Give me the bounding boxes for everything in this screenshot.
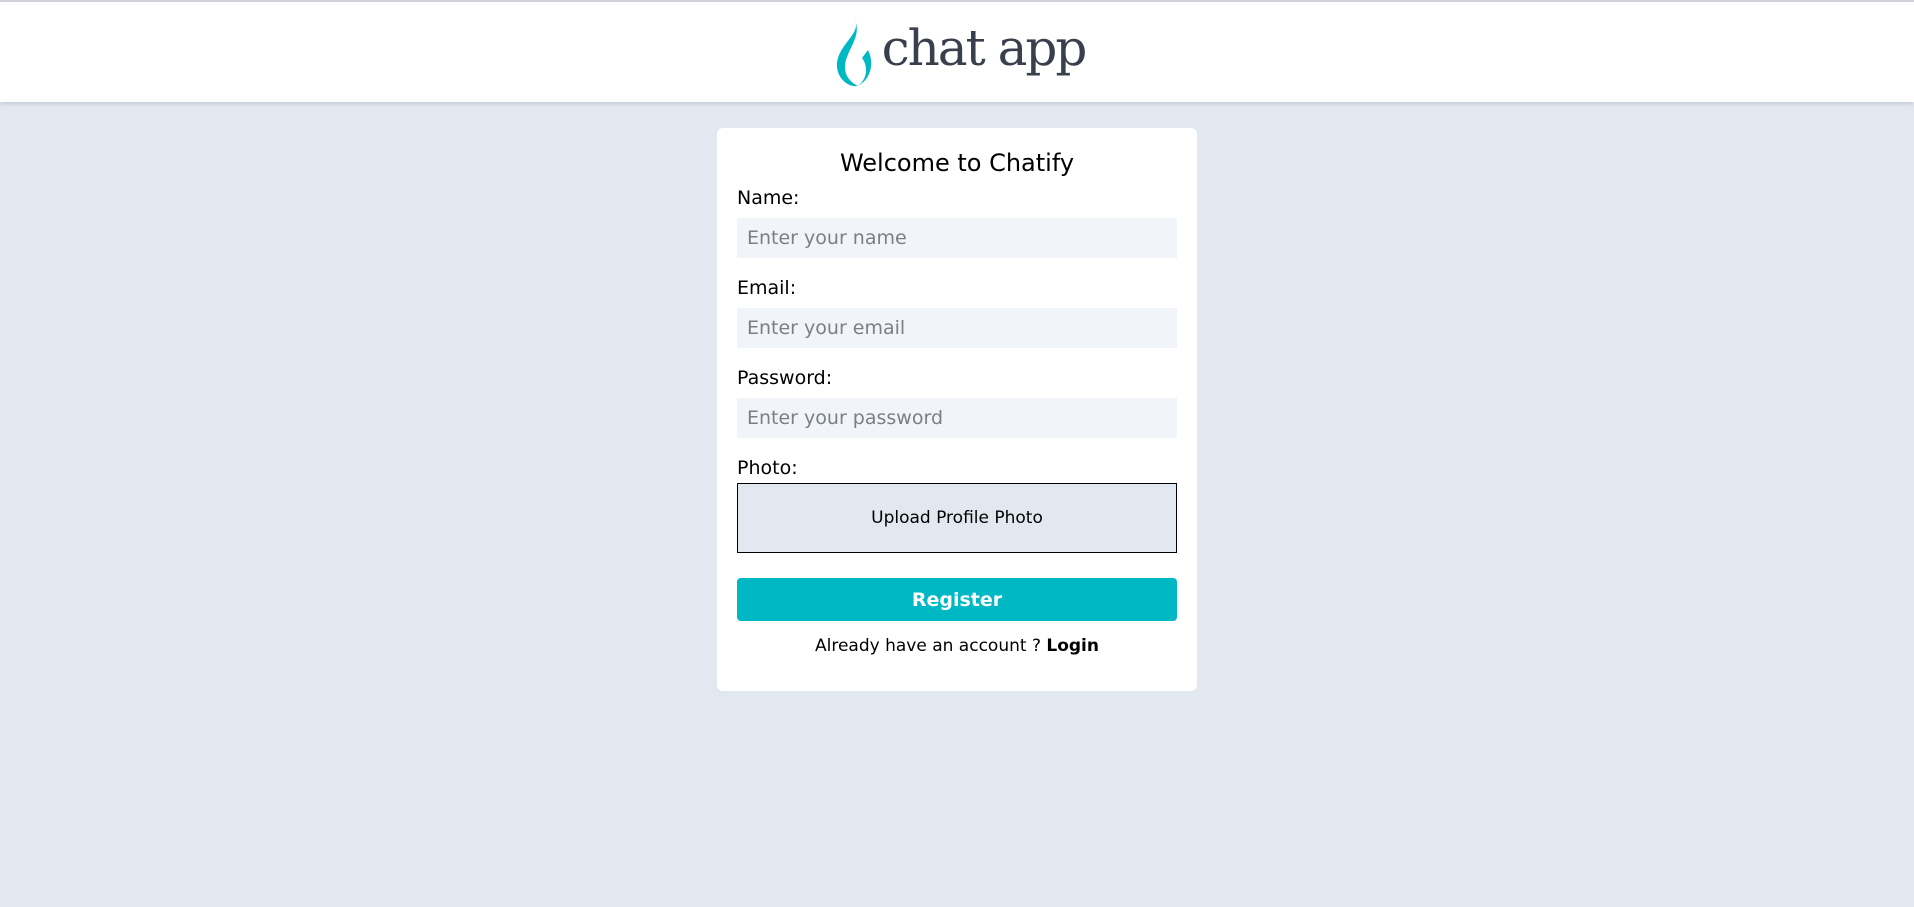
login-link[interactable]: Login bbox=[1046, 636, 1099, 656]
name-input[interactable] bbox=[737, 218, 1177, 258]
upload-photo-label: Upload Profile Photo bbox=[871, 508, 1043, 528]
form-title: Welcome to Chatify bbox=[839, 149, 1075, 177]
password-label: Password: bbox=[737, 367, 833, 389]
upload-photo-button[interactable]: Upload Profile Photo bbox=[737, 483, 1177, 553]
register-card: Welcome to Chatify Name: Email: Password… bbox=[717, 128, 1197, 691]
password-input[interactable] bbox=[737, 398, 1177, 438]
register-button[interactable]: Register bbox=[737, 578, 1177, 621]
name-label: Name: bbox=[737, 187, 800, 209]
flame-icon bbox=[828, 16, 876, 88]
app-logo[interactable]: chat app bbox=[828, 16, 1088, 88]
login-prompt: Already have an account ? Login bbox=[717, 634, 1197, 658]
app-header: chat app bbox=[0, 2, 1914, 102]
photo-label: Photo: bbox=[737, 457, 798, 479]
logo-wordmark: chat app bbox=[881, 19, 1088, 77]
email-input[interactable] bbox=[737, 308, 1177, 348]
email-label: Email: bbox=[737, 277, 797, 299]
account-prompt-text: Already have an account ? bbox=[815, 636, 1041, 656]
